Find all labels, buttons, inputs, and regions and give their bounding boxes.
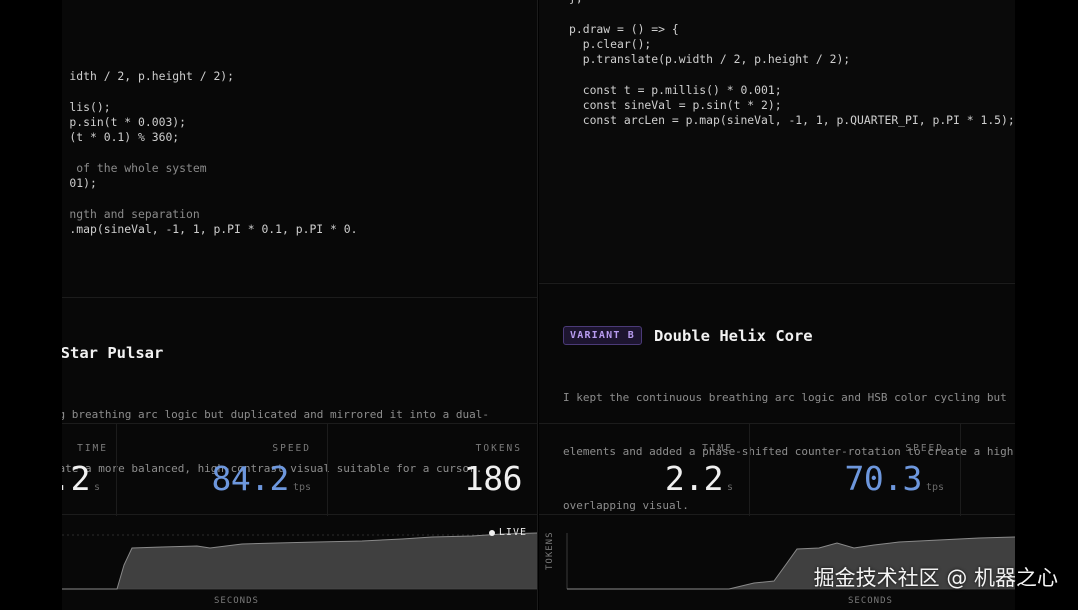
live-label: LIVE xyxy=(498,527,527,538)
metrics-row: TIME 2.2 s SPEED 70.3 tps xyxy=(539,423,1015,516)
comparison-view: idth / 2, p.height / 2); lis(); p.sin(t … xyxy=(0,0,1078,610)
token-sparkline-a: LIVE SECONDS xyxy=(62,515,537,610)
variant-title: y Star Pulsar xyxy=(62,344,164,362)
metric-label: SPEED xyxy=(272,443,311,454)
code-line: p.translate(p.width / 2, p.height / 2); xyxy=(569,52,851,67)
code-line: 01); xyxy=(69,176,97,191)
code-block: idth / 2, p.height / 2); lis(); p.sin(t … xyxy=(62,54,357,238)
metric-unit: tps xyxy=(925,482,944,493)
live-dot-icon xyxy=(488,529,495,536)
variant-a-info: y Star Pulsar ng breathing arc logic but… xyxy=(62,299,537,475)
code-line: idth / 2, p.height / 2); xyxy=(69,69,235,84)
metric-value: 186 xyxy=(463,459,523,498)
code-comment-line: ngth and separation xyxy=(69,206,200,221)
code-line: (t * 0.1) % 360; xyxy=(69,130,180,145)
metric-speed: SPEED 84.2 tps xyxy=(117,424,328,516)
x-axis-label: SECONDS xyxy=(214,596,259,606)
metric-speed: SPEED 70.3 tps xyxy=(750,424,961,516)
metric-label: TIME xyxy=(77,443,108,454)
live-indicator: LIVE xyxy=(488,527,527,538)
code-line: const arcLen = p.map(sineVal, -1, 1, p.Q… xyxy=(569,113,1015,128)
metric-unit: tps xyxy=(292,482,311,493)
metric-value: .2 xyxy=(62,459,90,498)
metric-unit: s xyxy=(93,482,100,493)
metric-value: 2.2 xyxy=(664,459,724,498)
code-line: p.draw = () => { xyxy=(569,21,679,36)
metric-label: SPEED xyxy=(905,443,944,454)
code-block: };p.draw = () => { p.clear(); p.translat… xyxy=(569,0,1015,129)
metric-tokens: TOKENS 186 xyxy=(328,424,537,516)
code-line: const sineVal = p.sin(t * 2); xyxy=(569,98,782,113)
metric-value: 84.2 xyxy=(211,459,289,498)
watermark: 掘金技术社区 @ 机器之心 xyxy=(813,566,1058,590)
x-axis-label: SECONDS xyxy=(848,596,893,606)
code-editor-a[interactable]: idth / 2, p.height / 2); lis(); p.sin(t … xyxy=(62,0,537,298)
variant-b-panel: };p.draw = () => { p.clear(); p.translat… xyxy=(539,0,1015,610)
code-line: p.clear(); xyxy=(569,36,652,51)
metric-label: TOKENS xyxy=(475,443,522,454)
metric-unit: s xyxy=(726,482,733,493)
metrics-row: TIME .2 s SPEED 84.2 tps TOKENS 186 xyxy=(62,423,537,516)
code-comment-line: of the whole system xyxy=(76,161,207,176)
description-line: ng breathing arc logic but duplicated an… xyxy=(62,408,489,421)
metric-time: TIME .2 s xyxy=(62,424,117,516)
code-line: p.sin(t * 0.003); xyxy=(69,115,187,130)
variant-title: Double Helix Core xyxy=(654,326,813,345)
code-line: lis(); xyxy=(69,99,111,114)
variant-b-info: VARIANT B Double Helix Core I kept the c… xyxy=(539,283,1015,512)
sparkline-area xyxy=(62,533,537,589)
variant-a-panel: idth / 2, p.height / 2); lis(); p.sin(t … xyxy=(62,0,538,610)
y-axis-label: TOKENS xyxy=(545,531,555,570)
code-line: .map(sineVal, -1, 1, p.PI * 0.1, p.PI * … xyxy=(62,222,358,237)
variant-badge: VARIANT B xyxy=(563,326,642,345)
code-line: const t = p.millis() * 0.001; xyxy=(569,82,782,97)
metric-time: TIME 2.2 s xyxy=(539,424,750,516)
metric-label: TIME xyxy=(702,443,733,454)
sparkline-chart xyxy=(62,532,537,590)
code-editor-b[interactable]: };p.draw = () => { p.clear(); p.translat… xyxy=(539,0,1015,282)
description-line: I kept the continuous breathing arc logi… xyxy=(563,391,1015,404)
metric-value: 70.3 xyxy=(844,459,922,498)
